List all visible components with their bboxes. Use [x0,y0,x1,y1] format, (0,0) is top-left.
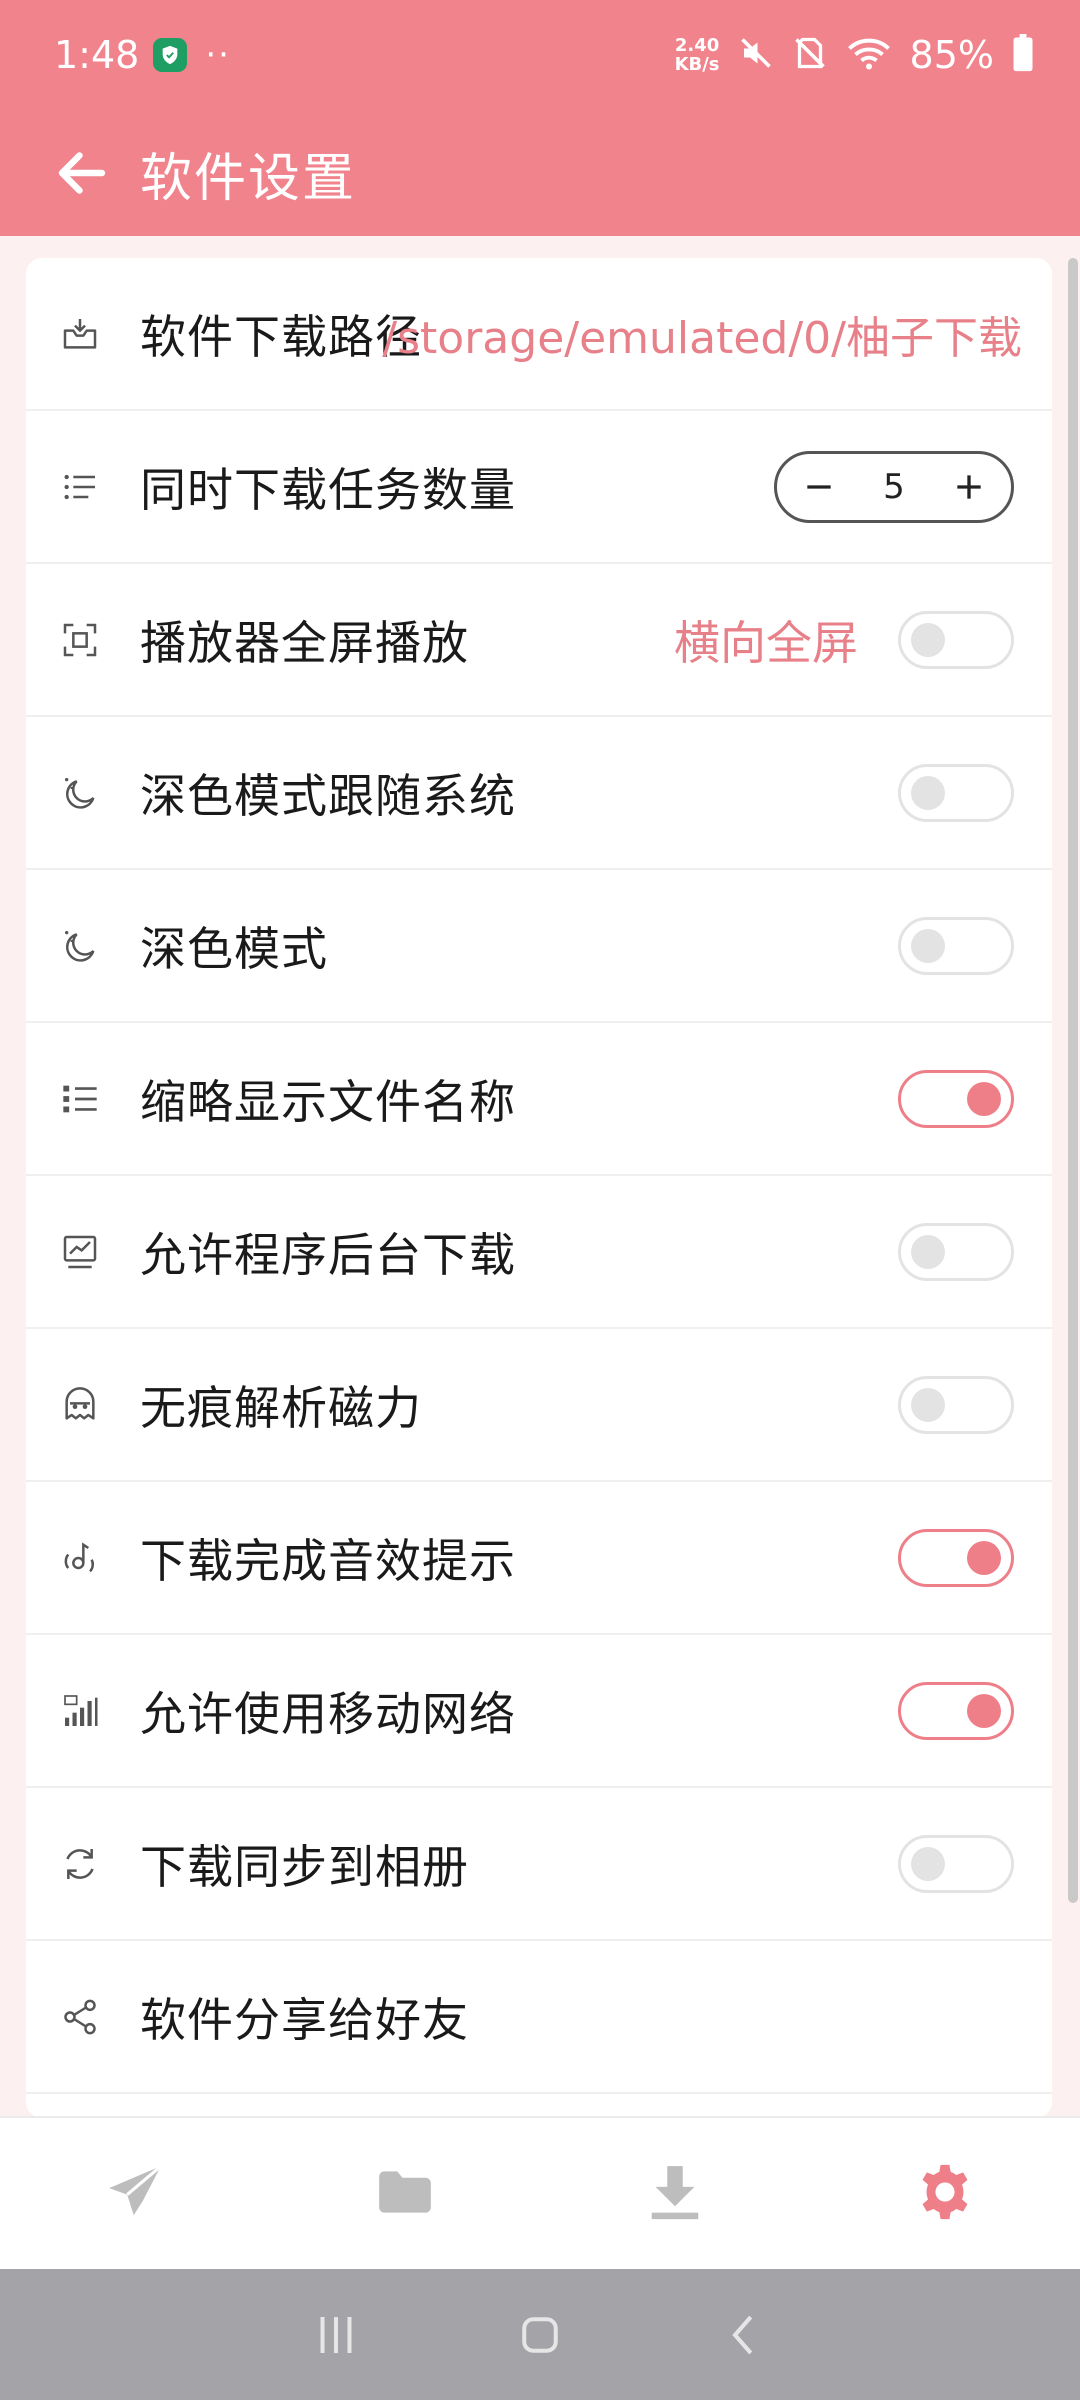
moon-icon [60,926,100,966]
nav-send[interactable] [75,2134,195,2254]
setting-share-app[interactable]: 软件分享给好友 [26,1941,1052,2094]
nav-downloads[interactable] [615,2134,735,2254]
setting-label: 无痕解析磁力 [140,1380,422,1435]
setting-label: 下载完成音效提示 [140,1533,516,1588]
setting-label: 播放器全屏播放 [140,615,469,670]
battery-icon [1012,34,1034,76]
signal-5g-icon [60,1691,100,1731]
player-fullscreen-toggle[interactable] [898,610,1014,669]
abbreviate-filenames-toggle[interactable] [898,1069,1014,1128]
paper-plane-icon [104,2161,166,2227]
app-bar: 软件设置 [0,110,1080,236]
setting-completion-sound[interactable]: 下载完成音效提示 [26,1482,1052,1635]
setting-dark-follow-system[interactable]: 深色模式跟随系统 [26,717,1052,870]
notification-dots: ·· [205,35,231,75]
incognito-magnet-toggle[interactable] [898,1375,1014,1434]
battery-level: 85% [909,33,994,77]
settings-list: 软件下载路径 /storage/emulated/0/柚子下载 同时下载任务数量… [26,258,1052,2118]
stepper-value: 5 [883,466,905,507]
download-path-value: /storage/emulated/0/柚子下载 [382,312,1022,364]
setting-label: 缩略显示文件名称 [140,1074,516,1129]
status-bar: 1:48 ·· 2.40 KB/s 85% [0,0,1080,110]
vpn-shield-icon [153,38,188,72]
list-icon [60,467,100,507]
minus-icon[interactable] [799,467,839,507]
gear-icon [914,2161,976,2227]
setting-download-path[interactable]: 软件下载路径 /storage/emulated/0/柚子下载 [26,258,1052,411]
setting-dark-mode[interactable]: 深色模式 [26,870,1052,1023]
recent-apps-icon[interactable] [309,2308,363,2362]
setting-label: 同时下载任务数量 [140,462,516,517]
concurrent-tasks-stepper: 5 [774,450,1014,523]
monitor-chart-icon [60,1232,100,1272]
setting-label: 深色模式 [140,921,328,976]
setting-label: 下载同步到相册 [140,1839,469,1894]
inbox-download-icon [60,314,100,354]
completion-sound-toggle[interactable] [898,1528,1014,1587]
setting-abbreviate-filenames[interactable]: 缩略显示文件名称 [26,1023,1052,1176]
setting-label: 深色模式跟随系统 [140,768,516,823]
setting-concurrent-tasks: 同时下载任务数量 5 [26,411,1052,564]
network-speed: 2.40 KB/s [674,35,720,75]
no-sim-icon [792,35,828,75]
wifi-icon [846,35,892,75]
fullscreen-icon [60,620,100,660]
setting-label: 允许程序后台下载 [140,1227,516,1282]
page-title: 软件设置 [140,148,357,209]
moon-icon [60,773,100,813]
share-icon [60,1997,100,2037]
scrollbar-thumb[interactable] [1068,258,1078,1903]
back-icon[interactable] [717,2308,771,2362]
dark-mode-toggle[interactable] [898,916,1014,975]
setting-mobile-network[interactable]: 允许使用移动网络 [26,1635,1052,1788]
setting-incognito-magnet[interactable]: 无痕解析磁力 [26,1329,1052,1482]
setting-background-download[interactable]: 允许程序后台下载 [26,1176,1052,1329]
status-time: 1:48 [54,33,140,77]
background-download-toggle[interactable] [898,1222,1014,1281]
bottom-nav [0,2116,1080,2269]
setting-sync-album[interactable]: 下载同步到相册 [26,1788,1052,1941]
plus-icon[interactable] [949,467,989,507]
dark-follow-system-toggle[interactable] [898,763,1014,822]
setting-player-fullscreen[interactable]: 播放器全屏播放 横向全屏 [26,564,1052,717]
setting-label: 允许使用移动网络 [140,1686,516,1741]
system-nav-bar [0,2269,1080,2400]
back-arrow-icon[interactable] [52,143,112,203]
setting-label: 软件下载路径 [140,309,422,364]
sound-icon [60,1538,100,1578]
mobile-network-toggle[interactable] [898,1681,1014,1740]
nav-settings[interactable] [885,2134,1005,2254]
folder-icon [374,2161,436,2227]
sync-album-toggle[interactable] [898,1834,1014,1893]
bullet-list-icon [60,1079,100,1119]
home-icon[interactable] [513,2308,567,2362]
nav-files[interactable] [345,2134,465,2254]
sync-icon [60,1844,100,1884]
mute-icon [738,35,774,75]
incognito-icon [60,1385,100,1425]
download-icon [644,2161,706,2227]
setting-label: 软件分享给好友 [140,1992,469,2047]
fullscreen-mode-value[interactable]: 横向全屏 [674,607,858,673]
